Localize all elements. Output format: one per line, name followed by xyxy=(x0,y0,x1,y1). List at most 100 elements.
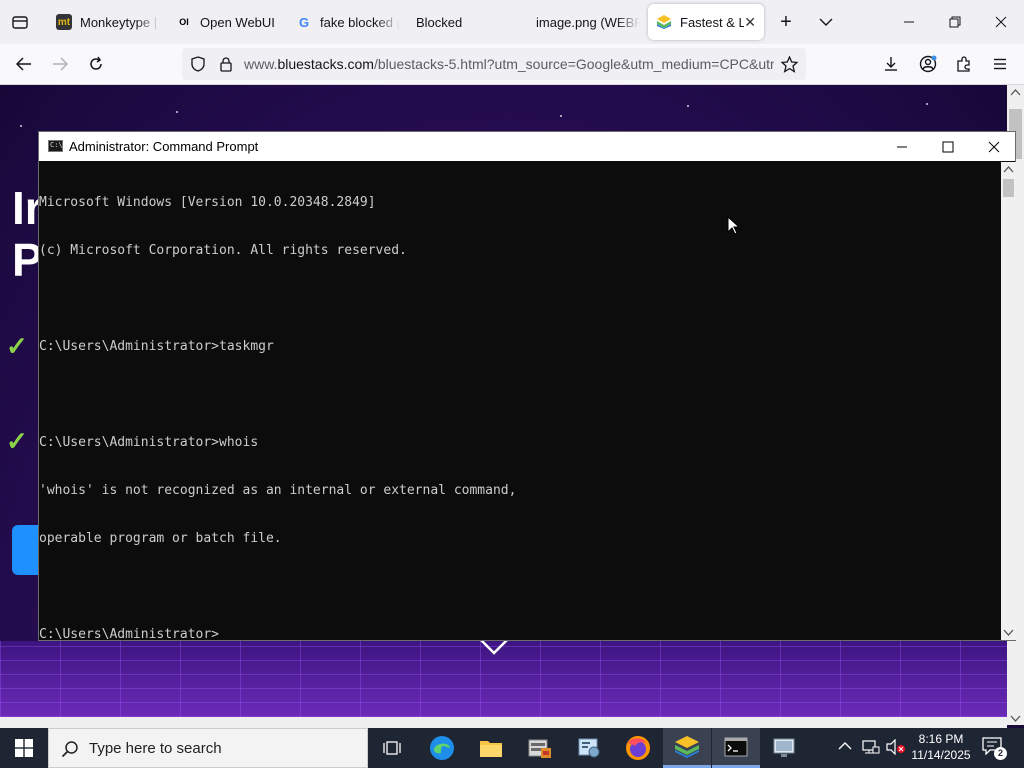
cmd-icon xyxy=(724,737,748,756)
new-tab-button[interactable]: + xyxy=(774,10,798,34)
tab-open-webui[interactable]: OI Open WebUI xyxy=(168,4,280,40)
reload-button[interactable] xyxy=(82,52,110,76)
taskbar-remote-desktop[interactable] xyxy=(761,728,809,768)
notifications-button[interactable]: 2 xyxy=(982,737,1007,760)
cmd-maximize-button[interactable] xyxy=(925,132,971,161)
taskbar-control-panel[interactable] xyxy=(565,728,613,768)
notification-count-badge: 2 xyxy=(994,747,1007,760)
tab-close-icon[interactable]: ✕ xyxy=(744,14,756,31)
taskbar-bluestacks[interactable] xyxy=(663,728,711,768)
close-browser-button[interactable] xyxy=(978,0,1024,44)
url-text[interactable]: www.bluestacks.com/bluestacks-5.html?utm… xyxy=(244,56,774,72)
monkeytype-icon: mt xyxy=(56,14,72,30)
google-icon: G xyxy=(298,14,310,30)
task-view-button[interactable] xyxy=(368,728,416,768)
scroll-down-arrow-icon xyxy=(1010,715,1021,722)
taskbar-command-prompt[interactable] xyxy=(712,728,760,768)
url-bar[interactable]: www.bluestacks.com/bluestacks-5.html?utm… xyxy=(182,48,806,80)
minimize-icon xyxy=(904,21,914,23)
tab-list-icon xyxy=(12,16,28,29)
forward-arrow-icon xyxy=(53,57,68,71)
url-prefix: www. xyxy=(244,56,278,72)
hamburger-menu-icon xyxy=(994,58,1006,70)
tab-list-button[interactable] xyxy=(0,0,40,44)
cmd-title-bar[interactable]: C:\ Administrator: Command Prompt xyxy=(39,132,1015,161)
downloads-button[interactable] xyxy=(880,53,902,75)
minimize-icon xyxy=(897,146,907,147)
extensions-button[interactable] xyxy=(953,53,975,75)
tab-monkeytype[interactable]: mt Monkeytype | xyxy=(48,4,160,40)
windows-logo-icon xyxy=(15,739,33,757)
list-all-tabs-button[interactable] xyxy=(814,10,838,34)
cmd-window-title: Administrator: Command Prompt xyxy=(69,139,259,154)
menu-button[interactable] xyxy=(989,53,1011,75)
edge-icon xyxy=(430,736,454,760)
show-hidden-icons-button[interactable] xyxy=(838,740,852,754)
taskbar-firefox[interactable] xyxy=(614,728,662,768)
taskbar-file-explorer[interactable] xyxy=(467,728,515,768)
chevron-up-icon xyxy=(838,742,852,750)
command-prompt-window[interactable]: C:\ Administrator: Command Prompt Micros… xyxy=(38,131,1016,643)
bluestacks-icon xyxy=(656,14,672,30)
taskbar-clock[interactable]: 8:16 PM 11/14/2025 xyxy=(910,731,972,763)
account-button[interactable] xyxy=(917,53,939,75)
tab-title: Blocked xyxy=(416,14,463,30)
forward-button[interactable] xyxy=(46,52,74,76)
console-line: 'whois' is not recognized as an internal… xyxy=(39,483,517,498)
control-panel-icon xyxy=(578,738,600,758)
tab-bluestacks-active[interactable]: Fastest & Li ✕ xyxy=(648,4,764,40)
windows-taskbar: Type here to search 8:16 PM 11/14/2025 2 xyxy=(0,728,1024,768)
folder-icon xyxy=(480,741,502,757)
url-path: /bluestacks-5.html?utm_source=Google&utm… xyxy=(373,56,774,72)
volume-muted-icon[interactable] xyxy=(886,738,906,758)
clock-date: 11/14/2025 xyxy=(911,748,971,762)
taskbar-edge[interactable] xyxy=(418,728,466,768)
taskbar-server-manager[interactable] xyxy=(516,728,564,768)
cmd-scroll-thumb[interactable] xyxy=(1003,179,1014,197)
download-icon xyxy=(885,57,897,71)
shield-icon[interactable] xyxy=(190,56,206,72)
restore-button[interactable] xyxy=(932,0,978,44)
task-view-icon xyxy=(383,741,401,755)
taskbar-search-box[interactable]: Type here to search xyxy=(48,728,368,768)
bluestacks-icon xyxy=(675,735,699,758)
tab-blocked[interactable]: Blocked xyxy=(408,4,520,40)
puzzle-icon xyxy=(957,56,970,72)
scroll-down-arrow-icon xyxy=(1003,629,1014,636)
check-icon: ✓ xyxy=(6,426,28,456)
mouse-pointer-icon xyxy=(727,215,741,240)
reload-icon xyxy=(90,56,102,70)
search-placeholder: Type here to search xyxy=(89,740,222,757)
network-icon[interactable] xyxy=(862,739,880,758)
tab-title: Open WebUI xyxy=(200,14,275,30)
check-icon: ✓ xyxy=(6,331,28,361)
cmd-minimize-button[interactable] xyxy=(879,132,925,161)
minimize-button[interactable] xyxy=(886,0,932,44)
back-arrow-icon xyxy=(16,57,31,71)
console-line: (c) Microsoft Corporation. All rights re… xyxy=(39,243,407,258)
scroll-up-arrow-icon xyxy=(1010,89,1021,96)
cmd-vertical-scrollbar[interactable] xyxy=(1001,162,1016,640)
console-output[interactable]: Microsoft Windows [Version 10.0.20348.28… xyxy=(39,162,1001,643)
maximize-icon xyxy=(942,141,954,152)
console-line: operable program or batch file. xyxy=(39,531,282,546)
chevron-down-icon xyxy=(819,18,833,26)
firefox-icon xyxy=(626,736,650,760)
console-line: C:\Users\Administrator>taskmgr xyxy=(39,339,274,354)
start-button[interactable] xyxy=(0,728,48,768)
tab-image-png[interactable]: image.png (WEBP xyxy=(528,4,640,40)
browser-tab-bar: mt Monkeytype | OI Open WebUI G fake blo… xyxy=(0,0,1024,44)
console-prompt-line[interactable]: C:\Users\Administrator> xyxy=(39,627,1001,643)
page-horizontal-scrollbar[interactable] xyxy=(0,717,1007,728)
lock-icon[interactable] xyxy=(218,56,234,72)
scroll-up-arrow-icon xyxy=(1003,166,1014,173)
account-icon xyxy=(919,55,937,73)
plus-icon: + xyxy=(780,10,792,33)
back-button[interactable] xyxy=(10,52,38,76)
console-line: Microsoft Windows [Version 10.0.20348.28… xyxy=(39,195,376,210)
cmd-close-button[interactable] xyxy=(971,132,1017,161)
bookmark-star-icon[interactable] xyxy=(780,55,798,73)
tab-google-search[interactable]: G fake blocked p xyxy=(288,4,400,40)
clock-time: 8:16 PM xyxy=(918,732,964,746)
